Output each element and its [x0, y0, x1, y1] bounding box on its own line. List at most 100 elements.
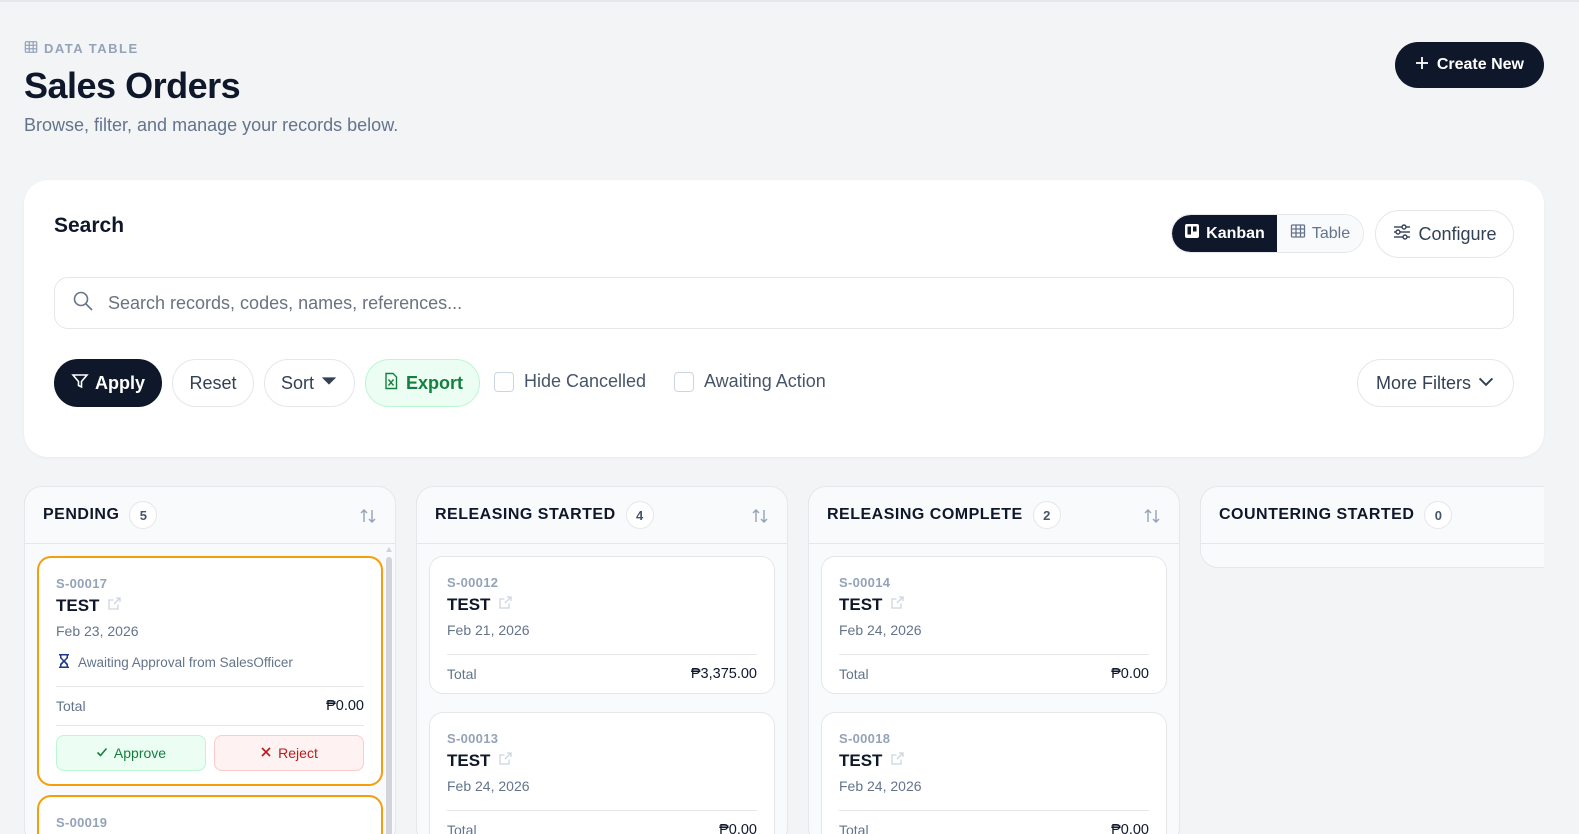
kanban-icon — [1184, 223, 1200, 244]
kanban-view-button[interactable]: Kanban — [1172, 215, 1277, 252]
card-actions: Approve Reject — [56, 725, 364, 784]
create-new-label: Create New — [1436, 56, 1524, 73]
chevron-down-icon — [1477, 372, 1495, 395]
sort-arrows-icon[interactable] — [1543, 507, 1544, 525]
column-scrollbar[interactable] — [385, 547, 393, 834]
table-icon — [1290, 223, 1306, 244]
export-label: Export — [405, 372, 463, 393]
hide-cancelled-checkbox[interactable]: Hide Cancelled — [494, 371, 646, 392]
order-code: S-00018 — [839, 731, 891, 746]
total-amount: ₱3,375.00 — [690, 666, 757, 682]
sort-dropdown[interactable]: Sort — [264, 359, 355, 407]
kanban-column-releasing-complete: RELEASING COMPLETE 2 S-00014 TEST Feb 24… — [808, 486, 1180, 834]
configure-label: Configure — [1418, 223, 1497, 244]
external-link-icon[interactable] — [498, 595, 513, 615]
external-link-icon[interactable] — [107, 596, 122, 616]
order-date: Feb 24, 2026 — [447, 778, 530, 794]
page-header: DATA TABLE Sales Orders Browse, filter, … — [24, 40, 1544, 150]
scroll-up-icon[interactable] — [386, 547, 392, 552]
column-header: COUNTERING STARTED 0 — [1201, 487, 1544, 544]
total-amount: ₱0.00 — [1111, 822, 1149, 834]
total-label: Total — [56, 698, 86, 714]
order-card[interactable]: S-00014 TEST Feb 24, 2026 Total ₱0.00 — [821, 556, 1167, 694]
top-divider — [0, 0, 1579, 2]
column-title: RELEASING COMPLETE — [827, 506, 1023, 523]
table-view-button[interactable]: Table — [1277, 215, 1363, 252]
customer-name: TEST — [447, 595, 491, 614]
order-date: Feb 23, 2026 — [56, 623, 139, 639]
kanban-column-countering-started: COUNTERING STARTED 0 — [1200, 486, 1544, 568]
more-filters-button[interactable]: More Filters — [1357, 359, 1514, 407]
search-box — [54, 277, 1514, 329]
external-link-icon[interactable] — [890, 751, 905, 771]
order-name: TEST — [839, 751, 1149, 771]
order-name: TEST — [839, 595, 1149, 615]
awaiting-action-box[interactable] — [674, 371, 694, 392]
order-code: S-00019 — [56, 815, 108, 830]
total-label: Total — [447, 666, 477, 682]
approval-status-text: Awaiting Approval from SalesOfficer — [78, 655, 293, 670]
order-card[interactable]: S-00017 TEST Feb 23, 2026 Awaiting Appro… — [37, 556, 383, 786]
kanban-column-pending: PENDING 5 S-00017 TEST Feb 23, 2026 Awai… — [24, 486, 396, 834]
apply-label: Apply — [94, 372, 145, 393]
order-total-row: Total ₱0.00 — [839, 655, 1149, 693]
search-icon — [55, 290, 94, 317]
order-date: Feb 24, 2026 — [839, 778, 922, 794]
customer-name: TEST — [839, 751, 883, 770]
customer-name: TEST — [56, 596, 100, 615]
column-count-badge: 2 — [1032, 501, 1061, 529]
order-date: Feb 24, 2026 — [839, 622, 922, 638]
sort-arrows-icon[interactable] — [1143, 507, 1161, 525]
column-title: RELEASING STARTED — [435, 506, 616, 523]
reset-label: Reset — [189, 372, 237, 393]
filter-bar: Apply Reset Sort Export Hide Cancelled A… — [54, 359, 1514, 407]
configure-button[interactable]: Configure — [1375, 210, 1514, 258]
external-link-icon[interactable] — [890, 595, 905, 615]
total-label: Total — [839, 822, 869, 834]
reject-label: Reject — [278, 745, 318, 761]
total-amount: ₱0.00 — [1111, 666, 1149, 682]
order-name: TEST — [56, 596, 364, 616]
order-code: S-00017 — [56, 576, 108, 591]
order-card[interactable]: S-00013 TEST Feb 24, 2026 Total ₱0.00 — [429, 712, 775, 834]
hide-cancelled-box[interactable] — [494, 371, 514, 392]
order-card[interactable]: S-00018 TEST Feb 24, 2026 Total ₱0.00 — [821, 712, 1167, 834]
kanban-board: PENDING 5 S-00017 TEST Feb 23, 2026 Awai… — [24, 486, 1544, 834]
reset-button[interactable]: Reset — [172, 359, 254, 407]
excel-file-icon — [382, 372, 400, 395]
customer-name: TEST — [447, 751, 491, 770]
order-code: S-00013 — [447, 731, 499, 746]
view-toggle: Kanban Table — [1171, 214, 1364, 253]
order-code: S-00012 — [447, 575, 499, 590]
column-title: COUNTERING STARTED — [1219, 506, 1415, 523]
order-card[interactable]: S-00019 — [37, 795, 383, 834]
order-card[interactable]: S-00012 TEST Feb 21, 2026 Total ₱3,375.0… — [429, 556, 775, 694]
search-input[interactable] — [108, 292, 1488, 314]
external-link-icon[interactable] — [498, 751, 513, 771]
customer-name: TEST — [839, 595, 883, 614]
column-title: PENDING — [43, 506, 120, 523]
order-name: TEST — [447, 595, 757, 615]
order-total-row: Total ₱0.00 — [839, 811, 1149, 834]
awaiting-action-checkbox[interactable]: Awaiting Action — [674, 371, 826, 392]
approve-button[interactable]: Approve — [56, 735, 206, 771]
table-icon — [24, 40, 38, 57]
export-button[interactable]: Export — [365, 359, 480, 407]
approve-label: Approve — [113, 745, 167, 761]
more-filters-label: More Filters — [1375, 372, 1471, 393]
scrollbar-thumb[interactable] — [386, 557, 392, 834]
awaiting-action-label: Awaiting Action — [704, 371, 826, 391]
table-view-label: Table — [1311, 224, 1351, 242]
sort-arrows-icon[interactable] — [359, 507, 377, 525]
create-new-button[interactable]: Create New — [1394, 42, 1544, 88]
order-date: Feb 21, 2026 — [447, 622, 530, 638]
sort-arrows-icon[interactable] — [751, 507, 769, 525]
caret-down-icon — [320, 372, 338, 395]
page-eyebrow: DATA TABLE — [24, 40, 1544, 57]
order-name: TEST — [447, 751, 757, 771]
apply-button[interactable]: Apply — [54, 359, 162, 407]
order-total-row: Total ₱0.00 — [56, 687, 364, 725]
kanban-view-label: Kanban — [1206, 224, 1265, 242]
filter-icon — [71, 372, 89, 395]
reject-button[interactable]: Reject — [214, 735, 364, 771]
